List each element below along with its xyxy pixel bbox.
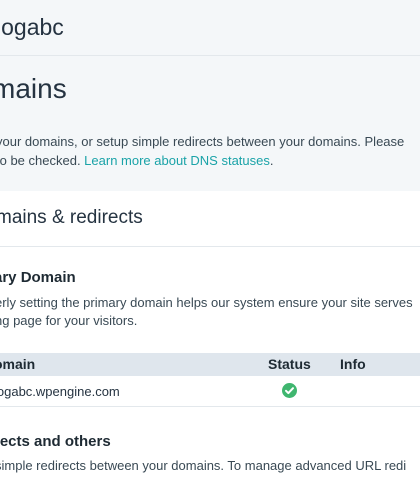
table-row[interactable]: logabc.wpengine.com: [0, 376, 420, 407]
intro-line-1: your domains, or setup simple redirects …: [0, 134, 405, 149]
domain-name: logabc.wpengine.com: [0, 384, 120, 399]
domains-table: omain Status Info logabc.wpengine.com: [0, 353, 420, 407]
intro-line-2-suffix: .: [269, 153, 274, 168]
intro-line-2: to be checked. Learn more about DNS stat…: [0, 151, 404, 170]
page-intro: your domains, or setup simple redirects …: [0, 132, 404, 170]
check-circle-icon: [282, 383, 297, 398]
primary-desc-line-2: ng page for your visitors.: [0, 313, 138, 328]
column-header-info: Info: [340, 356, 366, 372]
redirects-description: simple redirects between your domains. T…: [0, 458, 407, 473]
card-title: mains & redirects: [0, 207, 143, 228]
site-name[interactable]: logabc: [0, 14, 64, 41]
top-bar: logabc: [0, 0, 420, 56]
column-header-domain: omain: [0, 356, 36, 372]
column-header-status: Status: [268, 356, 311, 372]
primary-desc-line-1: erly setting the primary domain helps ou…: [0, 295, 413, 310]
primary-domain-description: erly setting the primary domain helps ou…: [0, 294, 413, 330]
page-header: mains your domains, or setup simple redi…: [0, 56, 420, 192]
redirects-heading: rects and others: [0, 433, 111, 450]
primary-domain-heading: ary Domain: [0, 269, 76, 286]
card-header: mains & redirects: [0, 191, 420, 247]
page-title: mains: [0, 73, 67, 104]
intro-line-2-prefix: to be checked.: [0, 153, 85, 168]
table-header: omain Status Info: [0, 353, 420, 376]
dns-status-link[interactable]: Learn more about DNS statuses: [84, 153, 270, 168]
domains-card: mains & redirects ary Domain erly settin…: [0, 191, 420, 492]
